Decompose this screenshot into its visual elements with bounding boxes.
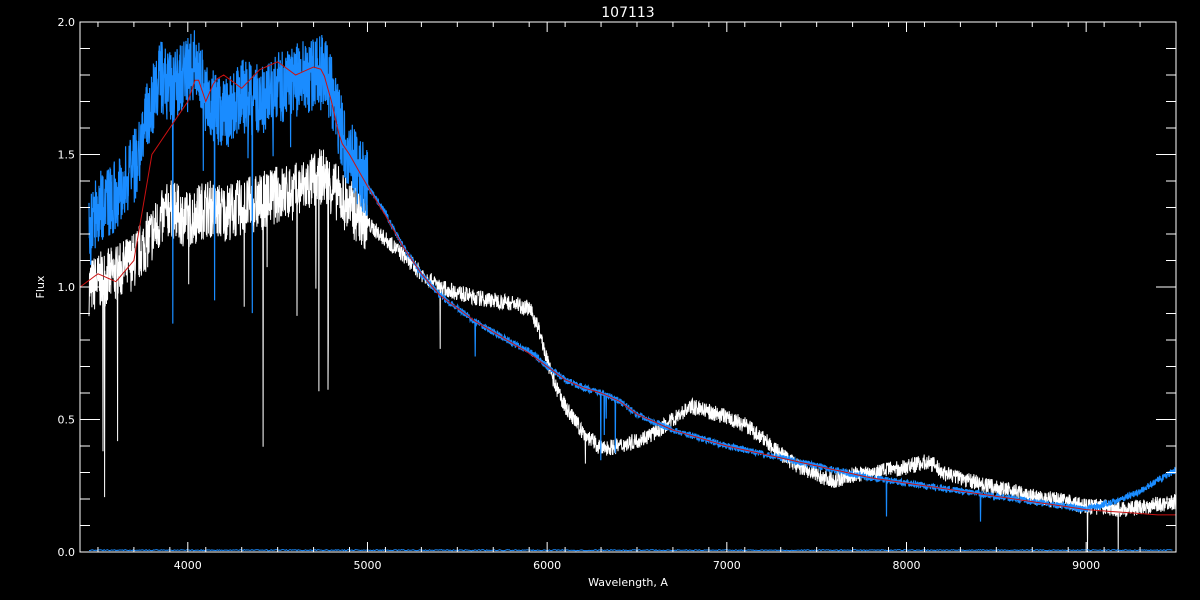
y-tick-label: 0.5 (58, 414, 76, 427)
y-tick-label: 2.0 (58, 16, 76, 29)
y-tick-label: 1.5 (58, 149, 76, 162)
y-tick-label: 0.0 (58, 546, 76, 559)
x-axis-label: Wavelength, A (588, 576, 668, 589)
x-tick-label: 8000 (892, 559, 920, 572)
x-tick-label: 7000 (713, 559, 741, 572)
x-tick-label: 9000 (1072, 559, 1100, 572)
y-axis-label: Flux (34, 275, 47, 298)
y-tick-label: 1.0 (58, 281, 76, 294)
x-tick-label: 5000 (353, 559, 381, 572)
x-tick-label: 6000 (533, 559, 561, 572)
x-tick-label: 4000 (174, 559, 202, 572)
chart-title: 107113 (601, 5, 654, 21)
spectrum-chart: 107113 4000 5000 6000 7000 8000 9000 0.0 0.5 1.0… (0, 0, 1200, 600)
